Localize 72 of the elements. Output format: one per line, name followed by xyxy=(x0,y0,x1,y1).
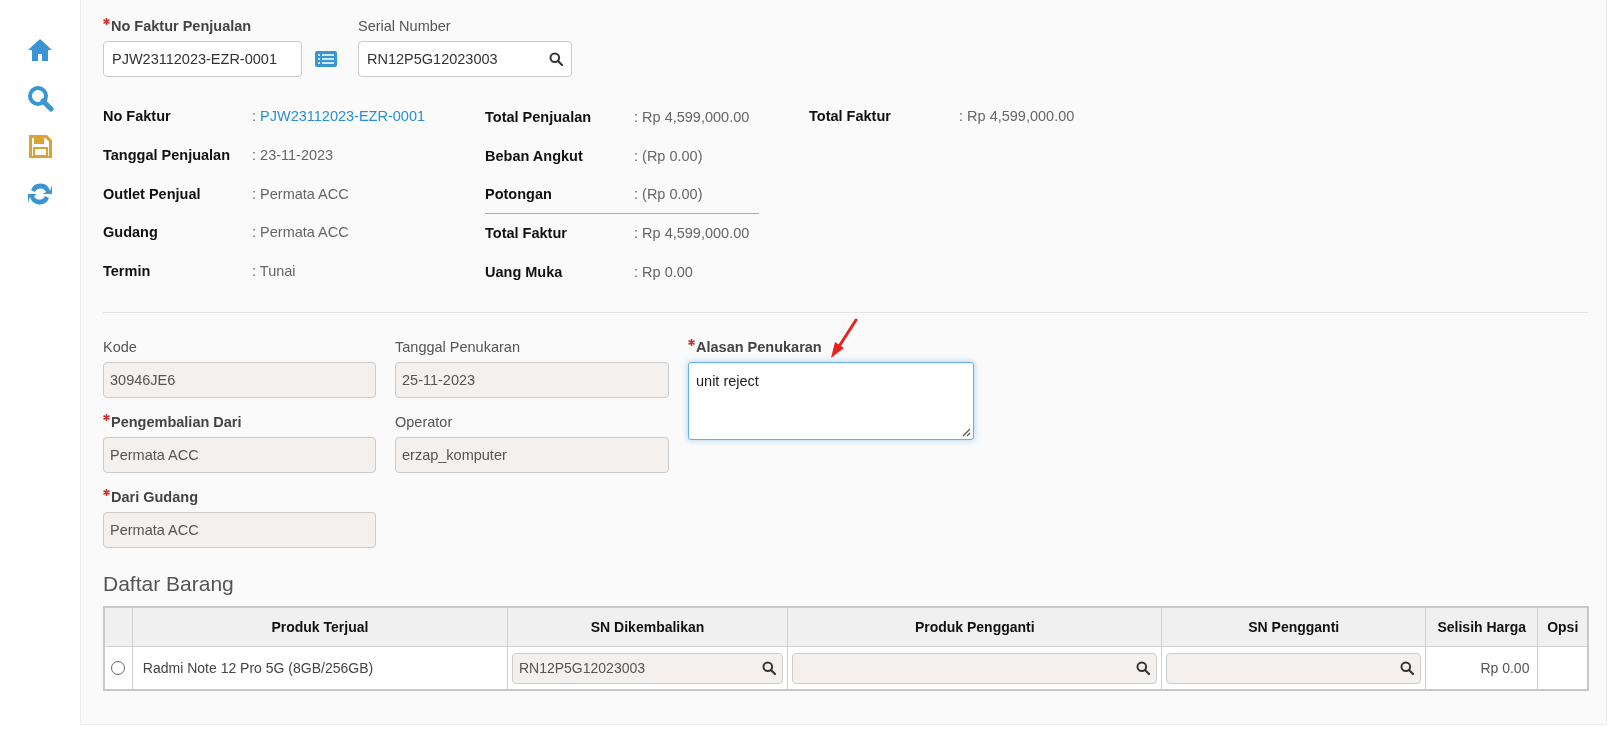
info-value: Rp 4,599,000.00 xyxy=(642,224,750,241)
row-radio-button[interactable] xyxy=(111,661,126,676)
info-value: Permata ACC xyxy=(260,185,349,202)
colon-separator: : xyxy=(634,147,639,164)
column-header: Produk Pengganti xyxy=(787,607,1162,647)
colon-separator: : xyxy=(252,108,257,125)
colon-separator: : xyxy=(634,186,639,203)
info-label: Total Faktur xyxy=(485,224,568,241)
readonly-field: erzap_komputer xyxy=(395,437,669,474)
reason-text-area[interactable]: unit reject xyxy=(688,362,974,441)
field-label: Operator xyxy=(395,414,453,431)
info-label: Termin xyxy=(103,263,152,280)
list-icon[interactable] xyxy=(314,50,338,68)
section-title: Daftar Barang xyxy=(103,572,235,597)
colon-separator: : xyxy=(252,185,257,202)
field-label: No Faktur Penjualan xyxy=(111,18,252,34)
column-header: SN Dikembalikan xyxy=(507,607,788,647)
required-asterisk-icon xyxy=(103,414,110,422)
colon-separator: : xyxy=(634,108,639,125)
colon-separator: : xyxy=(634,224,639,241)
field-label: Alasan Penukaran xyxy=(696,339,822,356)
info-value: Rp 0.00 xyxy=(642,263,693,280)
info-label: Potongan xyxy=(485,186,553,203)
resize-grip-icon[interactable] xyxy=(962,428,971,438)
serial-number-field[interactable]: RN12P5G12023003 xyxy=(358,41,572,77)
field-label: Serial Number xyxy=(358,18,451,34)
table-cell: Radmi Note 12 Pro 5G (8GB/256GB) xyxy=(132,646,508,691)
column-header: Produk Terjual xyxy=(132,607,508,647)
info-value: Permata ACC xyxy=(260,224,349,241)
field-label: Kode xyxy=(103,339,137,356)
readonly-field: 30946JE6 xyxy=(103,362,376,399)
table-cell: Rp 0.00 xyxy=(1425,646,1538,691)
info-value: (Rp 0.00) xyxy=(642,147,703,164)
search-icon[interactable] xyxy=(1400,661,1415,676)
search-icon[interactable] xyxy=(549,52,563,66)
info-label: No Faktur xyxy=(103,108,172,125)
required-asterisk-icon xyxy=(103,18,110,25)
returned-serial-field[interactable]: RN12P5G12023003 xyxy=(511,652,784,684)
column-header: Opsi xyxy=(1537,607,1588,647)
info-label: Gudang xyxy=(103,224,159,241)
readonly-field: Permata ACC xyxy=(103,512,376,549)
column-header: SN Pengganti xyxy=(1161,607,1426,647)
info-value: Tunai xyxy=(259,263,296,280)
colon-separator: : xyxy=(252,147,257,164)
colon-separator: : xyxy=(959,108,964,125)
info-label: Total Faktur xyxy=(809,108,892,125)
colon-separator: : xyxy=(252,224,257,241)
required-asterisk-icon xyxy=(103,489,110,497)
field-label: Dari Gudang xyxy=(111,489,198,506)
readonly-field: Permata ACC xyxy=(103,437,376,474)
readonly-field: 25-11-2023 xyxy=(395,362,669,399)
info-label: Beban Angkut xyxy=(485,147,584,164)
replacement-serial-field[interactable] xyxy=(1166,652,1422,684)
field-label: Tanggal Penukaran xyxy=(395,339,520,356)
replacement-product-field[interactable] xyxy=(792,652,1158,684)
info-label: Total Penjualan xyxy=(485,108,593,125)
colon-separator: : xyxy=(634,263,639,280)
colon-separator: : xyxy=(252,263,257,280)
invoice-number-field[interactable]: PJW23112023-EZR-0001 xyxy=(103,41,302,77)
info-label: Uang Muka xyxy=(485,263,564,280)
info-label: Tanggal Penjualan xyxy=(103,147,232,164)
field-label: Pengembalian Dari xyxy=(111,414,242,431)
info-value: (Rp 0.00) xyxy=(642,186,703,203)
column-header: Selisih Harga xyxy=(1425,607,1538,647)
search-icon[interactable] xyxy=(1136,661,1151,676)
info-value: Rp 4,599,000.00 xyxy=(642,108,750,125)
info-label: Outlet Penjual xyxy=(103,185,202,202)
required-asterisk-icon xyxy=(688,339,695,347)
info-value: Rp 4,599,000.00 xyxy=(967,108,1075,125)
annotation-arrow xyxy=(829,318,859,360)
info-value: 23-11-2023 xyxy=(260,147,334,164)
search-icon[interactable] xyxy=(762,661,777,676)
